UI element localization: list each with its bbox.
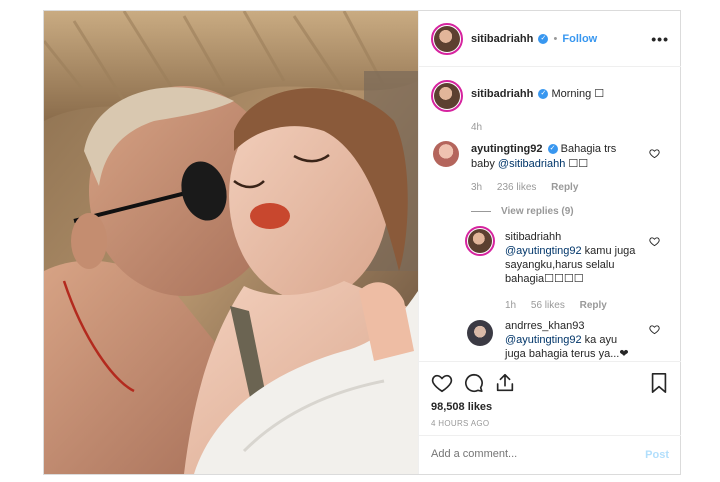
comment-input[interactable] — [431, 448, 631, 460]
caption-row: sitibadriahh ✓ Morning ☐ — [471, 87, 604, 100]
comment-username[interactable]: ayutingting92 — [471, 143, 543, 155]
comment-text: ☐☐ — [565, 158, 589, 170]
comments-section: sitibadriahh ✓ Morning ☐ 4h ayutingting9… — [419, 68, 681, 360]
comment-text: Bahagia trs — [560, 143, 617, 155]
comment-meta: 3h 236 likes Reply — [471, 182, 590, 193]
reply-button[interactable]: Reply — [551, 182, 578, 193]
like-comment-heart-icon[interactable] — [649, 324, 660, 335]
share-upload-icon[interactable] — [494, 372, 516, 394]
like-comment-heart-icon[interactable] — [649, 148, 660, 159]
comment-text: baby — [471, 158, 498, 170]
mention-link[interactable]: @sitibadriahh — [498, 158, 565, 170]
post-actions: 98,508 likes 4 HOURS AGO — [419, 361, 681, 435]
instagram-post: sitibadriahh ✓ • Follow ••• sitibadriahh… — [43, 10, 681, 475]
verified-badge-icon: ✓ — [538, 34, 549, 45]
post-comment-button[interactable]: Post — [645, 449, 669, 461]
caption-text: Morning ☐ — [551, 88, 605, 100]
reply-likes[interactable]: 56 likes — [531, 300, 565, 311]
reply-text: bahagia☐☐☐☐ — [505, 273, 584, 285]
comment-likes[interactable]: 236 likes — [497, 182, 536, 193]
reply-text: kamu juga — [581, 245, 636, 257]
mention-link[interactable]: @ayutingting92 — [505, 334, 582, 346]
reply-button[interactable]: Reply — [580, 300, 607, 311]
caption-avatar[interactable] — [431, 80, 463, 112]
reply-text: ka ayu — [581, 334, 618, 346]
like-heart-icon[interactable] — [431, 372, 453, 394]
mention-link[interactable]: @ayutingting92 — [505, 245, 582, 257]
like-comment-heart-icon[interactable] — [649, 236, 660, 247]
header-user-row: sitibadriahh ✓ • Follow — [471, 33, 597, 45]
likes-count[interactable]: 98,508 likes — [431, 401, 492, 413]
reply-avatar[interactable] — [467, 320, 493, 346]
reply-body: andrres_khan93 @ayutingting92 ka ayu jug… — [505, 319, 655, 360]
post-sidebar: sitibadriahh ✓ • Follow ••• sitibadriahh… — [418, 11, 681, 474]
reply-username[interactable]: andrres_khan93 — [505, 320, 585, 332]
reply-text: sayangku,harus selalu — [505, 259, 615, 271]
post-photo[interactable] — [44, 11, 418, 474]
add-comment-bar: Post — [419, 435, 681, 474]
reply-username[interactable]: sitibadriahh — [505, 231, 561, 243]
caption-username[interactable]: sitibadriahh — [471, 88, 533, 100]
caption-time: 4h — [471, 122, 483, 133]
post-timestamp: 4 HOURS AGO — [431, 419, 490, 428]
more-options-icon[interactable]: ••• — [651, 31, 669, 47]
post-header: sitibadriahh ✓ • Follow ••• — [419, 11, 681, 67]
bookmark-icon[interactable] — [649, 372, 669, 394]
comment-bubble-icon[interactable] — [463, 372, 485, 394]
verified-badge-icon: ✓ — [538, 89, 549, 100]
header-separator: • — [553, 33, 558, 45]
comment-avatar[interactable] — [433, 141, 459, 167]
reply-body: sitibadriahh @ayutingting92 kamu juga sa… — [505, 230, 655, 286]
reply-meta: 1h 56 likes Reply — [505, 300, 619, 311]
reply-avatar[interactable] — [465, 226, 495, 256]
follow-button[interactable]: Follow — [562, 33, 597, 45]
reply-time: 1h — [505, 300, 517, 311]
comment-time: 3h — [471, 182, 483, 193]
reply-text: juga bahagia terus ya...❤ — [505, 348, 629, 360]
view-replies-button[interactable]: View replies (9) — [501, 206, 574, 217]
verified-badge-icon: ✓ — [547, 144, 558, 155]
author-avatar[interactable] — [431, 23, 463, 55]
replies-line — [471, 210, 491, 212]
view-replies-row[interactable]: View replies (9) — [471, 205, 574, 217]
post-photo-image — [44, 11, 418, 474]
header-username[interactable]: sitibadriahh — [471, 33, 533, 45]
comment-body: ayutingting92 ✓ Bahagia trs baby @sitiba… — [471, 142, 651, 172]
